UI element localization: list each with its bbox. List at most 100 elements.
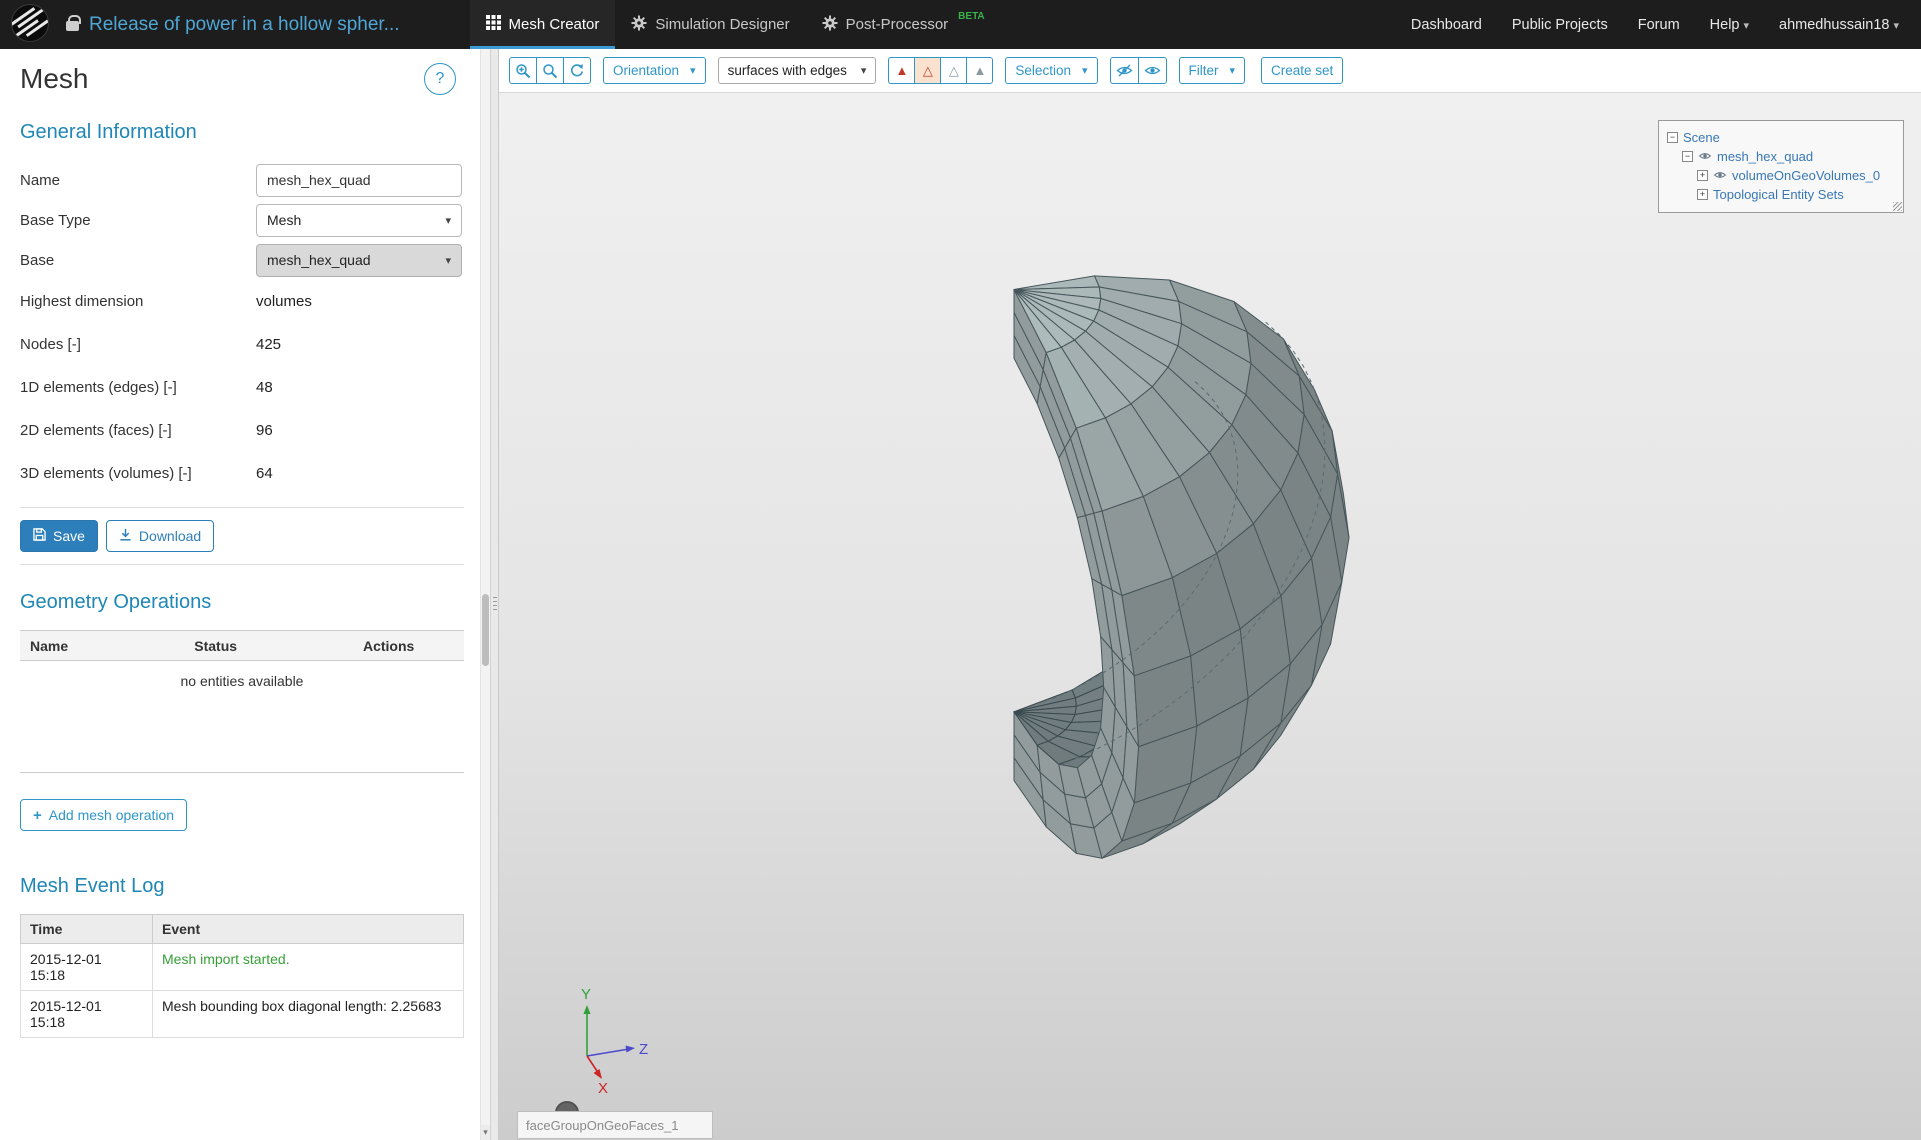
- tab-simulation-designer[interactable]: Simulation Designer: [615, 0, 805, 49]
- save-floppy-icon: [33, 528, 46, 544]
- column-header: Actions: [353, 631, 464, 661]
- tab-mesh-creator[interactable]: Mesh Creator: [470, 0, 616, 49]
- base-type-select[interactable]: Mesh ▾: [256, 204, 462, 237]
- section-geometry-operations: Geometry Operations: [20, 591, 464, 614]
- selection-dropdown[interactable]: Selection ▾: [1005, 57, 1097, 84]
- zoom-fit-button[interactable]: [536, 57, 564, 84]
- navbar-right-links: Dashboard Public Projects Forum Help▾ ah…: [1411, 17, 1899, 33]
- base-label: Base: [20, 252, 256, 269]
- scene-tree-panel: − Scene − mesh_hex_quad +: [1658, 120, 1904, 213]
- eye-icon[interactable]: [1713, 168, 1727, 183]
- stat-row: 3D elements (volumes) [-] 64: [20, 452, 464, 495]
- triangle-solid-icon: ▲: [973, 64, 986, 77]
- plus-icon: +: [33, 807, 42, 824]
- axis-x-label: X: [598, 1080, 608, 1097]
- divider: [20, 564, 464, 565]
- private-lock-icon: [66, 21, 79, 31]
- stat-row: Highest dimension volumes: [20, 280, 464, 323]
- triangle-outline-icon: △: [949, 64, 959, 77]
- geometry-operations-table: Name Status Actions no entities availabl…: [20, 630, 464, 773]
- tree-node-scene[interactable]: − Scene: [1667, 128, 1895, 147]
- orientation-dropdown[interactable]: Orientation ▾: [603, 57, 706, 84]
- section-general-information: General Information: [20, 121, 464, 144]
- base-select[interactable]: mesh_hex_quad ▾: [256, 244, 462, 277]
- log-row: 2015-12-01 15:18 Mesh import started.: [21, 944, 464, 991]
- caret-down-icon: ▾: [1743, 20, 1749, 32]
- create-set-button[interactable]: Create set: [1261, 57, 1343, 84]
- beta-badge: BETA: [958, 11, 984, 22]
- scrollbar-thumb[interactable]: [482, 594, 489, 666]
- tab-label: Simulation Designer: [655, 16, 789, 33]
- hover-entity-label: faceGroupOnGeoFaces_1: [517, 1111, 713, 1139]
- axis-triad: Y Z X: [529, 981, 659, 1101]
- stat-row: Nodes [-] 425: [20, 323, 464, 366]
- expand-icon[interactable]: +: [1697, 170, 1708, 181]
- name-input[interactable]: [256, 164, 462, 197]
- collapse-icon[interactable]: −: [1682, 151, 1693, 162]
- add-mesh-operation-button[interactable]: + Add mesh operation: [20, 799, 187, 831]
- panel-splitter[interactable]: [490, 49, 499, 1140]
- expand-icon[interactable]: +: [1697, 189, 1708, 200]
- tree-node-mesh[interactable]: − mesh_hex_quad: [1667, 147, 1895, 166]
- show-all-button[interactable]: [1138, 57, 1167, 84]
- section-mesh-event-log: Mesh Event Log: [20, 875, 464, 898]
- tree-resize-handle-icon[interactable]: [1893, 202, 1902, 211]
- log-event: Mesh bounding box diagonal length: 2.256…: [153, 991, 464, 1038]
- name-label: Name: [20, 172, 256, 189]
- viewport-area: Orientation ▾ surfaces with edges ▾ ▲ △ …: [499, 49, 1921, 1140]
- collapse-icon[interactable]: −: [1667, 132, 1678, 143]
- nav-link-dashboard[interactable]: Dashboard: [1411, 17, 1482, 33]
- eye-icon[interactable]: [1698, 149, 1712, 164]
- column-header: Event: [153, 915, 464, 944]
- column-header: Status: [184, 631, 353, 661]
- page-title: Mesh: [20, 63, 88, 95]
- base-type-label: Base Type: [20, 212, 256, 229]
- filter-dropdown[interactable]: Filter ▾: [1179, 57, 1246, 84]
- save-button[interactable]: Save: [20, 520, 98, 552]
- tree-node-volume[interactable]: + volumeOnGeoVolumes_0: [1667, 166, 1895, 185]
- app-logo-icon[interactable]: [10, 3, 50, 47]
- tab-label: Mesh Creator: [509, 16, 600, 33]
- mesh-view-solid-button[interactable]: ▲: [888, 57, 915, 84]
- download-button[interactable]: Download: [106, 520, 214, 552]
- caret-down-icon: ▾: [1893, 20, 1899, 32]
- top-navbar: Release of power in a hollow spher... Me…: [0, 0, 1921, 49]
- caret-down-icon: ▾: [1082, 64, 1088, 77]
- nav-menu-help[interactable]: Help▾: [1710, 17, 1749, 33]
- download-icon: [119, 528, 132, 544]
- triangle-outline-icon: △: [923, 64, 933, 77]
- zoom-in-button[interactable]: [509, 57, 537, 84]
- mesh-view-shaded-button[interactable]: ▲: [966, 57, 993, 84]
- mesh-properties-panel: Mesh ? General Information Name Base Typ…: [0, 49, 480, 1140]
- stat-row: 2D elements (faces) [-] 96: [20, 409, 464, 452]
- display-mode-select[interactable]: surfaces with edges ▾: [718, 57, 877, 84]
- help-button[interactable]: ?: [424, 63, 456, 95]
- caret-down-icon: ▾: [1230, 64, 1236, 77]
- gear-icon: [822, 15, 838, 35]
- project-title[interactable]: Release of power in a hollow spher...: [89, 14, 400, 36]
- mesh-view-surface-button[interactable]: △: [940, 57, 967, 84]
- stat-row: 1D elements (edges) [-] 48: [20, 366, 464, 409]
- mesh-view-wireframe-button[interactable]: △: [914, 57, 941, 84]
- viewport-toolbar: Orientation ▾ surfaces with edges ▾ ▲ △ …: [499, 49, 1921, 93]
- triangle-solid-icon: ▲: [895, 64, 908, 77]
- panel-scrollbar[interactable]: ▾: [480, 49, 490, 1140]
- splitter-grip-icon: [493, 597, 497, 613]
- mesh-grid-icon: [486, 15, 501, 34]
- viewport-3d[interactable]: − Scene − mesh_hex_quad +: [499, 93, 1921, 1140]
- nav-link-forum[interactable]: Forum: [1638, 17, 1680, 33]
- axis-y-label: Y: [581, 986, 591, 1003]
- refresh-view-button[interactable]: [563, 57, 591, 84]
- hide-selection-button[interactable]: [1110, 57, 1139, 84]
- column-header: Name: [20, 631, 184, 661]
- tree-node-topological-sets[interactable]: + Topological Entity Sets: [1667, 185, 1895, 204]
- caret-down-icon: ▾: [861, 64, 867, 77]
- tab-post-processor[interactable]: Post-Processor BETA: [806, 0, 1001, 49]
- scrollbar-down-arrow[interactable]: ▾: [481, 1125, 490, 1140]
- axis-z-label: Z: [639, 1041, 648, 1058]
- divider: [20, 507, 464, 508]
- log-event: Mesh import started.: [153, 944, 464, 991]
- nav-link-public-projects[interactable]: Public Projects: [1512, 17, 1608, 33]
- nav-menu-user[interactable]: ahmedhussain18▾: [1779, 17, 1899, 33]
- mesh-3d-render[interactable]: [499, 93, 1921, 1140]
